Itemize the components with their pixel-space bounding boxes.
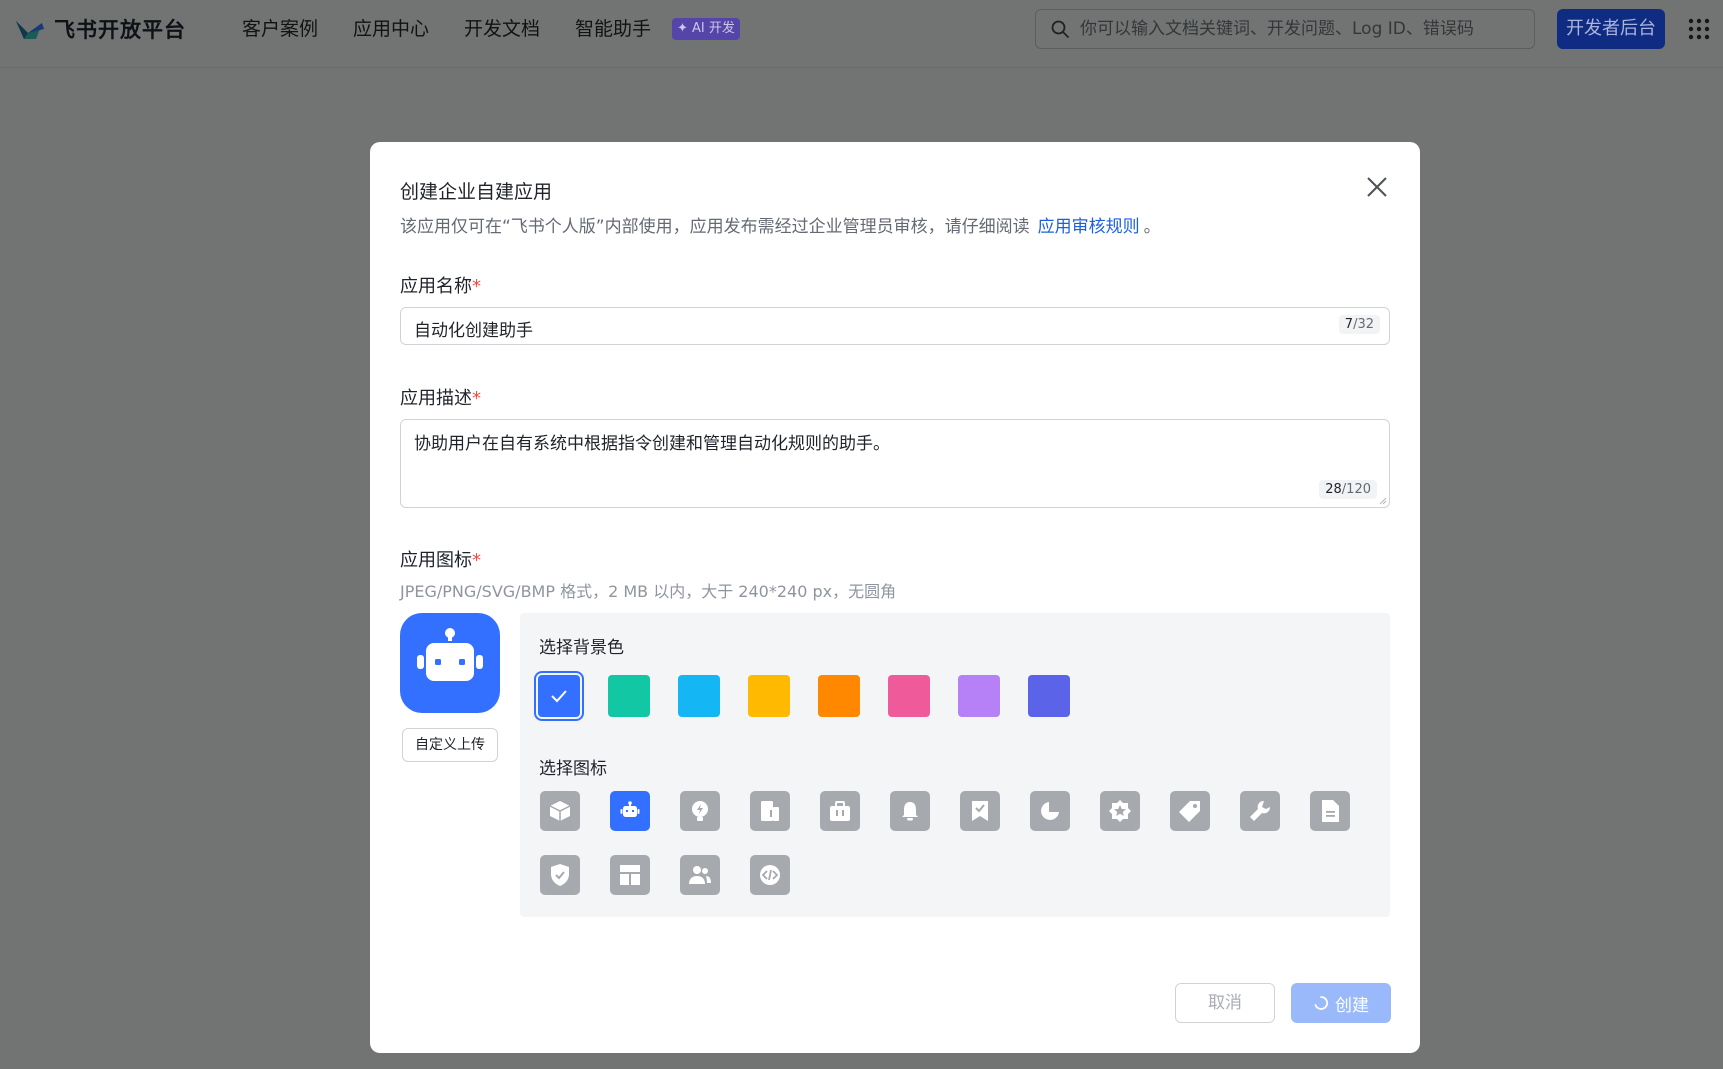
cancel-button[interactable]: 取消 [1175,983,1275,1023]
name-char-counter: 7/32 [1338,315,1380,334]
desc-max: /120 [1341,482,1371,497]
create-button[interactable]: 创建 [1291,983,1391,1023]
search-box[interactable] [1035,9,1535,49]
icon-option-briefcase[interactable] [820,791,860,831]
app-desc-label-text: 应用描述 [400,388,472,409]
subtitle-end: 。 [1143,217,1161,237]
app-name-field[interactable]: 自动化创建助手 7/32 [400,307,1390,345]
swatch-yellow[interactable] [748,675,790,717]
app-name-label: 应用名称* [400,272,481,298]
custom-upload-button[interactable]: 自定义上传 [402,728,498,762]
building-icon [761,801,779,821]
icon-option-bulb[interactable] [680,791,720,831]
icon-option-document[interactable] [1310,791,1350,831]
people-icon [689,866,711,884]
nav-item-docs[interactable]: 开发文档 [464,16,540,42]
icon-option-code[interactable] [750,855,790,895]
icon-picker-panel: 选择背景色 选择图标 [520,613,1390,917]
app-icon-preview [400,613,500,713]
document-icon [1322,800,1339,822]
cube-icon [549,801,571,821]
brand[interactable]: 飞书开放平台 [14,14,186,44]
dialog-subtitle: 该应用仅可在“飞书个人版”内部使用，应用发布需经过企业管理员审核，请仔细阅读 应用… [400,212,1161,237]
swatch-orange[interactable] [818,675,860,717]
bookmark-check-icon [972,801,988,821]
check-icon [551,690,567,703]
code-icon [760,865,780,885]
icon-option-star[interactable] [1100,791,1140,831]
developer-console-button[interactable]: 开发者后台 [1557,9,1665,49]
swatch-purple[interactable] [958,675,1000,717]
icon-option-bookmark[interactable] [960,791,1000,831]
name-count: 7 [1344,317,1354,332]
pie-chart-icon [1041,799,1062,820]
name-max: /32 [1353,317,1374,332]
dialog-title: 创建企业自建应用 [400,181,553,203]
robot-icon [620,801,640,817]
swatch-indigo[interactable] [1028,675,1070,717]
swatch-blue[interactable] [538,675,580,717]
layout-icon [620,865,640,885]
loading-spinner-icon [1314,996,1329,1010]
icon-option-robot[interactable] [610,791,650,831]
app-name-value[interactable]: 自动化创建助手 [414,316,533,341]
resize-grip-icon[interactable] [1379,497,1387,505]
desc-char-counter: 28/120 [1319,480,1377,499]
icon-options-row-1 [540,791,1380,831]
subtitle-text: 该应用仅可在“飞书个人版”内部使用，应用发布需经过企业管理员审核，请仔细阅读 [400,217,1030,237]
icon-option-cube[interactable] [540,791,580,831]
create-app-dialog: 创建企业自建应用 该应用仅可在“飞书个人版”内部使用，应用发布需经过企业管理员审… [370,142,1420,1053]
icon-format-hint: JPEG/PNG/SVG/BMP 格式，2 MB 以内，大于 240*240 p… [400,582,897,601]
swatch-teal[interactable] [608,675,650,717]
bg-color-label: 选择背景色 [539,638,624,658]
required-mark: * [472,388,481,409]
icon-option-tag[interactable] [1170,791,1210,831]
choose-icon-label: 选择图标 [539,759,607,779]
icon-option-wrench[interactable] [1240,791,1280,831]
main-nav: 客户案例 应用中心 开发文档 智能助手 [242,16,686,42]
shield-check-icon [551,864,569,886]
app-description-field[interactable]: 协助用户在自有系统中根据指令创建和管理自动化规则的助手。 28/120 [400,419,1390,508]
bulb-icon [692,801,708,821]
desc-count: 28 [1325,482,1342,497]
review-rules-link[interactable]: 应用审核规则 [1038,217,1140,237]
app-desc-label: 应用描述* [400,384,481,410]
nav-item-assistant[interactable]: 智能助手 [575,16,651,42]
icon-option-bell[interactable] [890,791,930,831]
required-mark: * [472,550,481,571]
create-button-label: 创建 [1335,995,1369,1016]
app-name-label-text: 应用名称 [400,276,472,297]
robot-icon [417,628,483,681]
required-mark: * [472,276,481,297]
bell-icon [902,802,918,821]
ai-dev-badge: ✦ AI 开发 [672,18,740,40]
wrench-icon [1250,800,1271,821]
swatch-pink[interactable] [888,675,930,717]
app-icon-label-text: 应用图标 [400,550,472,571]
search-icon [1051,20,1069,38]
icon-option-shield[interactable] [540,855,580,895]
briefcase-icon [830,801,850,821]
close-icon[interactable] [1364,174,1390,200]
icon-options-row-2 [540,855,820,895]
top-nav: 飞书开放平台 客户案例 应用中心 开发文档 智能助手 ✦ AI 开发 开发者后台 [0,0,1723,68]
icon-option-building[interactable] [750,791,790,831]
app-icon-label: 应用图标* [400,546,481,572]
app-grid-icon[interactable] [1688,18,1710,40]
search-input[interactable] [1080,19,1520,39]
nav-item-cases[interactable]: 客户案例 [242,16,318,42]
app-description-value[interactable]: 协助用户在自有系统中根据指令创建和管理自动化规则的助手。 [414,429,890,454]
tag-icon [1179,801,1200,822]
icon-option-pie[interactable] [1030,791,1070,831]
star-badge-icon [1109,800,1131,822]
feishu-logo-icon [16,21,44,39]
swatch-sky[interactable] [678,675,720,717]
nav-item-app-center[interactable]: 应用中心 [353,16,429,42]
brand-name: 飞书开放平台 [54,18,186,42]
icon-option-layout[interactable] [610,855,650,895]
bg-color-swatches [538,675,1098,717]
icon-option-people[interactable] [680,855,720,895]
